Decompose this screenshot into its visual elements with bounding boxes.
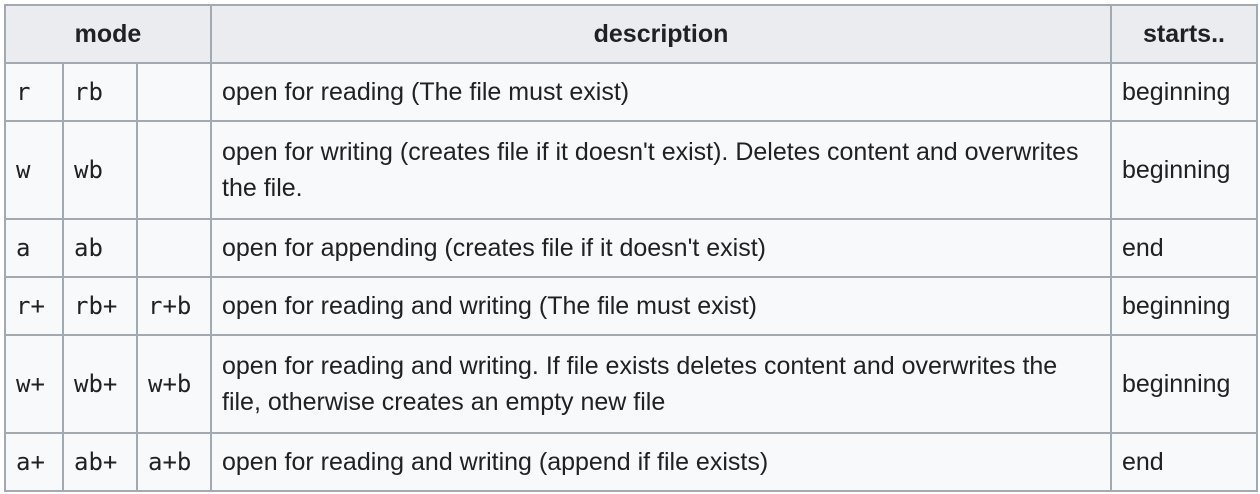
table-row: w+ wb+ w+b open for reading and writing.… xyxy=(4,334,1258,434)
mode-text-cell: w+ xyxy=(4,334,64,434)
mode-binary-cell: rb xyxy=(62,62,138,122)
description-cell: open for reading and writing (The file m… xyxy=(210,276,1112,336)
mode-text-cell: w xyxy=(4,120,64,220)
starts-cell: beginning xyxy=(1110,276,1258,336)
starts-cell: end xyxy=(1110,218,1258,278)
description-cell: open for writing (creates file if it doe… xyxy=(210,120,1112,220)
mode-binary-cell: ab xyxy=(62,218,138,278)
mode-binary-cell: rb+ xyxy=(62,276,138,336)
starts-cell: beginning xyxy=(1110,120,1258,220)
mode-binary-alt-cell: r+b xyxy=(136,276,212,336)
table-row: w wb open for writing (creates file if i… xyxy=(4,120,1258,220)
description-cell: open for reading (The file must exist) xyxy=(210,62,1112,122)
table-row: r+ rb+ r+b open for reading and writing … xyxy=(4,276,1258,336)
mode-binary-cell: ab+ xyxy=(62,432,138,492)
file-modes-table: mode description starts.. r rb open for … xyxy=(4,4,1258,492)
starts-cell: beginning xyxy=(1110,62,1258,122)
mode-text-cell: a xyxy=(4,218,64,278)
description-cell: open for reading and writing. If file ex… xyxy=(210,334,1112,434)
mode-binary-cell: wb+ xyxy=(62,334,138,434)
mode-binary-alt-cell xyxy=(136,218,212,278)
description-cell: open for appending (creates file if it d… xyxy=(210,218,1112,278)
starts-cell: end xyxy=(1110,432,1258,492)
mode-binary-alt-cell xyxy=(136,62,212,122)
description-cell: open for reading and writing (append if … xyxy=(210,432,1112,492)
header-description: description xyxy=(210,4,1112,64)
table-row: r rb open for reading (The file must exi… xyxy=(4,62,1258,122)
starts-cell: beginning xyxy=(1110,334,1258,434)
mode-binary-alt-cell xyxy=(136,120,212,220)
mode-text-cell: r xyxy=(4,62,64,122)
mode-binary-alt-cell: a+b xyxy=(136,432,212,492)
mode-text-cell: r+ xyxy=(4,276,64,336)
mode-text-cell: a+ xyxy=(4,432,64,492)
header-mode: mode xyxy=(4,4,212,64)
table-header-row: mode description starts.. xyxy=(4,4,1258,64)
mode-binary-alt-cell: w+b xyxy=(136,334,212,434)
table-row: a+ ab+ a+b open for reading and writing … xyxy=(4,432,1258,492)
table-row: a ab open for appending (creates file if… xyxy=(4,218,1258,278)
mode-binary-cell: wb xyxy=(62,120,138,220)
header-starts: starts.. xyxy=(1110,4,1258,64)
